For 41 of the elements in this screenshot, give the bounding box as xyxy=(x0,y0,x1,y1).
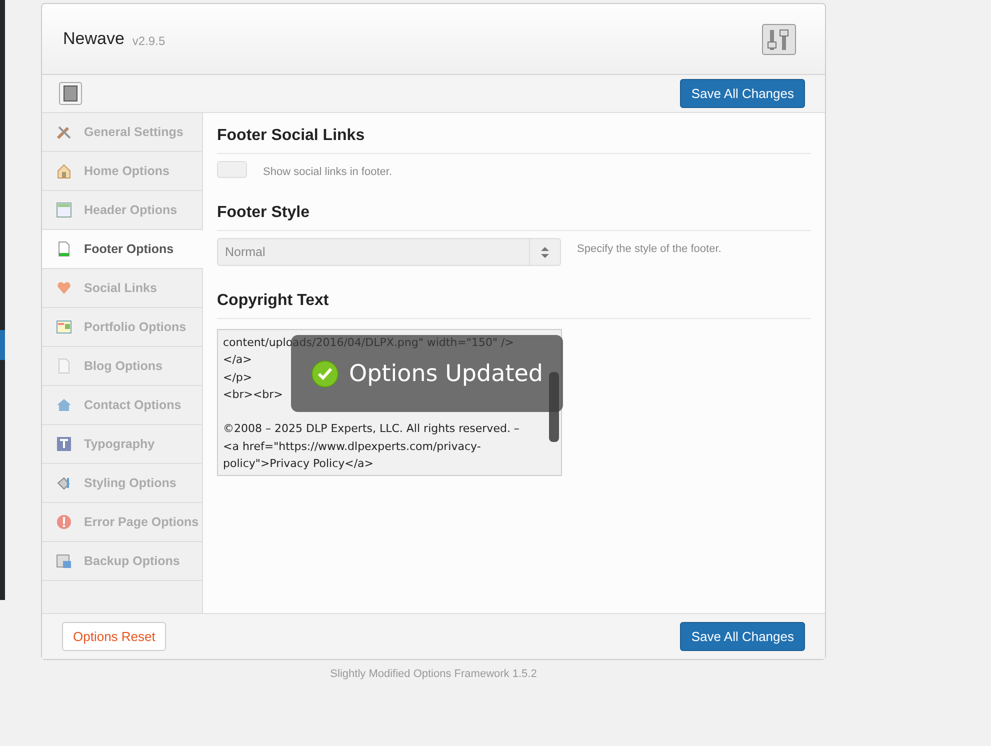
check-icon xyxy=(311,360,340,388)
sidebar-item[interactable]: Styling Options xyxy=(42,464,202,503)
footer-icon xyxy=(56,241,72,257)
sort-arrows-icon xyxy=(541,246,549,258)
contact-icon xyxy=(56,397,72,413)
theme-version: v2.9.5 xyxy=(132,34,166,48)
paint-icon xyxy=(56,475,72,491)
save-all-changes-button[interactable]: Save All Changes xyxy=(680,622,805,651)
type-icon xyxy=(56,436,72,452)
header-icon xyxy=(56,202,72,218)
backup-icon xyxy=(56,553,72,569)
sidebar-item[interactable]: Error Page Options xyxy=(42,503,202,542)
sliders-icon[interactable] xyxy=(762,24,796,54)
field-description: Specify the style of the footer. xyxy=(577,243,722,255)
sidebar-item[interactable]: Portfolio Options xyxy=(42,308,202,347)
home-icon xyxy=(56,163,72,179)
toast-message: Options Updated xyxy=(349,360,543,386)
field-description: Show social links in footer. xyxy=(263,166,392,178)
footer-style-select[interactable]: Normal xyxy=(217,238,561,266)
section-heading: Copyright Text xyxy=(217,292,811,319)
error-icon xyxy=(56,514,72,530)
save-all-changes-button[interactable]: Save All Changes xyxy=(680,79,805,108)
tools-icon xyxy=(56,124,72,140)
sidebar-item[interactable]: Social Links xyxy=(42,269,202,308)
portfolio-icon xyxy=(56,319,72,335)
blog-icon xyxy=(56,358,72,374)
section-heading: Footer Style xyxy=(217,204,811,231)
theme-title: Newave xyxy=(63,29,124,49)
sidebar-item[interactable]: Contact Options xyxy=(42,386,202,425)
framework-credit: Slightly Modified Options Framework 1.5.2 xyxy=(329,668,538,680)
sidebar-item[interactable]: Blog Options xyxy=(42,347,202,386)
sidebar-item[interactable]: Footer Options xyxy=(42,230,203,269)
options-reset-button[interactable]: Options Reset xyxy=(62,622,166,651)
expand-icon[interactable] xyxy=(59,82,82,105)
heart-icon xyxy=(56,280,72,296)
toggle-switch[interactable] xyxy=(217,161,247,178)
sidebar-item[interactable]: Home Options xyxy=(42,152,202,191)
section-heading: Footer Social Links xyxy=(217,127,811,154)
sidebar-item[interactable]: Backup Options xyxy=(42,542,202,581)
sidebar-item[interactable]: Typography xyxy=(42,425,202,464)
sidebar-item[interactable]: General Settings xyxy=(42,113,202,152)
